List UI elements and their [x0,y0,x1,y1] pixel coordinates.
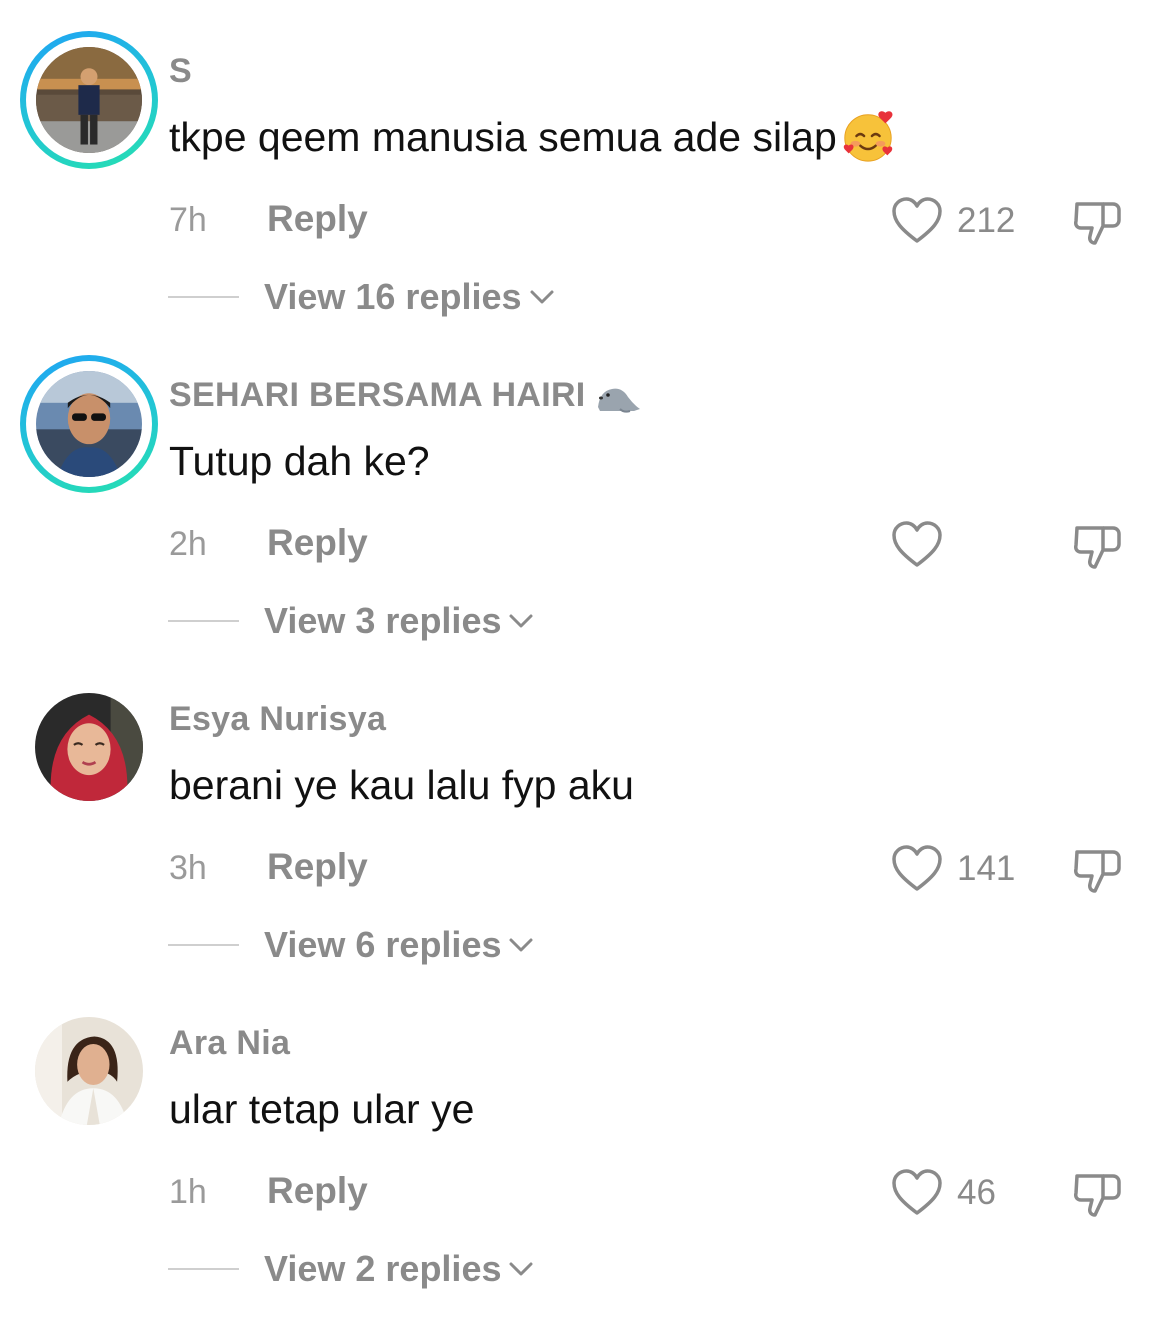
thumbs-down-icon[interactable] [1071,520,1123,572]
avatar[interactable] [20,31,158,169]
thumbs-down-icon[interactable] [1071,1168,1123,1220]
comment-item: S tkpe qeem manusia semua ade silap 7h R… [0,0,1169,324]
username[interactable]: Ara Nia [169,1024,290,1063]
smiling-face-with-hearts-icon [843,111,893,162]
chevron-down-icon [509,938,533,952]
comment-text: ular tetap ular ye [169,1086,475,1132]
comment-time: 1h [169,1173,207,1211]
username[interactable]: Esya Nurisya [169,700,386,739]
comment-text: berani ye kau lalu fyp aku [169,762,634,808]
view-replies-button[interactable]: View 2 replies [264,1248,535,1290]
reply-button[interactable]: Reply [267,846,368,888]
avatar[interactable] [20,355,158,493]
comment-time: 7h [169,201,207,239]
heart-outline-icon[interactable] [891,520,943,570]
comment-item: Ara Nia ular tetap ular ye 1h Reply 46 V… [0,972,1169,1296]
comment-item: Esya Nurisya berani ye kau lalu fyp aku … [0,648,1169,972]
username[interactable]: S [169,52,192,91]
comment-text: tkpe qeem manusia semua ade silap [169,111,897,165]
replies-divider [168,296,239,298]
replies-divider [168,944,239,946]
comment-item: SEHARI BERSAMA HAIRI Tutup dah ke? 2h Re… [0,324,1169,648]
heart-outline-icon[interactable] [891,1168,943,1218]
chevron-down-icon [530,290,554,304]
thumbs-down-icon[interactable] [1071,844,1123,896]
avatar-image [35,693,143,801]
comment-time: 2h [169,525,207,563]
view-replies-button[interactable]: View 16 replies [264,276,556,318]
view-replies-button[interactable]: View 6 replies [264,924,535,966]
like-count: 212 [957,201,1016,240]
chevron-down-icon [509,614,533,628]
replies-divider [168,1268,239,1270]
avatar-image [36,371,142,477]
reply-button[interactable]: Reply [267,1170,368,1212]
avatar-image [36,47,142,153]
like-count: 46 [957,1173,996,1212]
comment-time: 3h [169,849,207,887]
chevron-down-icon [509,1262,533,1276]
avatar-image [35,1017,143,1125]
like-count: 141 [957,849,1016,888]
thumbs-down-icon[interactable] [1071,196,1123,248]
heart-outline-icon[interactable] [891,196,943,246]
avatar[interactable] [35,1017,143,1125]
reply-button[interactable]: Reply [267,198,368,240]
username[interactable]: SEHARI BERSAMA HAIRI [169,376,642,415]
seal-icon [597,388,640,413]
view-replies-button[interactable]: View 3 replies [264,600,535,642]
heart-outline-icon[interactable] [891,844,943,894]
replies-divider [168,620,239,622]
comment-text: Tutup dah ke? [169,438,430,484]
avatar[interactable] [35,693,143,801]
reply-button[interactable]: Reply [267,522,368,564]
